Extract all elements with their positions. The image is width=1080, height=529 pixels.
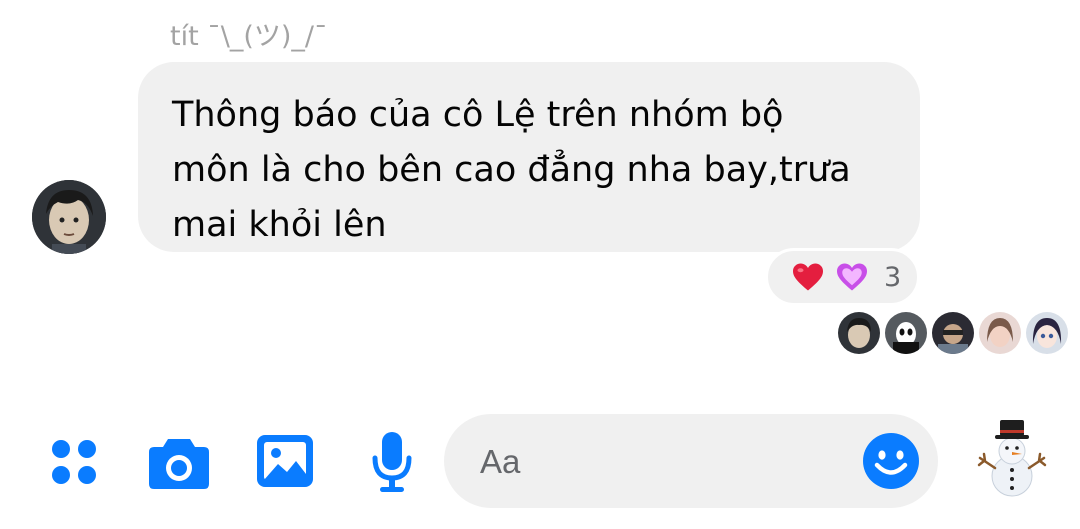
seen-avatar: [838, 312, 880, 354]
seen-by-avatars: [838, 312, 1073, 354]
grid-dots-icon: [52, 440, 96, 484]
snowman-icon: [977, 420, 1047, 497]
seen-avatar: [979, 312, 1021, 354]
seen-avatar: [1026, 312, 1068, 354]
purple-heart-icon: [837, 263, 867, 291]
reaction-count: 3: [884, 261, 902, 293]
more-actions-button[interactable]: [48, 436, 100, 488]
message-bubble[interactable]: Thông báo của cô Lệ trên nhóm bộ môn là …: [138, 62, 920, 252]
smile-icon: [863, 433, 919, 489]
camera-button[interactable]: [148, 433, 210, 491]
message-input[interactable]: [478, 436, 852, 488]
message-line: Thông báo của cô Lệ trên nhóm bộ: [172, 95, 784, 135]
microphone-icon: [372, 432, 412, 492]
emoji-button[interactable]: [862, 432, 920, 490]
red-heart-icon: [793, 263, 823, 291]
camera-icon: [149, 439, 209, 489]
sender-name: tít ¯\_(ツ)_/¯: [170, 21, 328, 52]
seen-avatar: [885, 312, 927, 354]
voice-record-button[interactable]: [370, 430, 414, 494]
sender-avatar[interactable]: [32, 180, 106, 254]
message-composer[interactable]: [444, 414, 938, 508]
message-line: môn là cho bên cao đẳng nha bay,trưa: [172, 150, 851, 190]
reactions-pill[interactable]: 3: [765, 248, 920, 306]
quick-reaction-button[interactable]: [975, 418, 1049, 498]
gallery-button[interactable]: [256, 434, 314, 488]
image-icon: [257, 435, 313, 487]
message-line: mai khỏi lên: [172, 205, 387, 245]
seen-avatar: [932, 312, 974, 354]
